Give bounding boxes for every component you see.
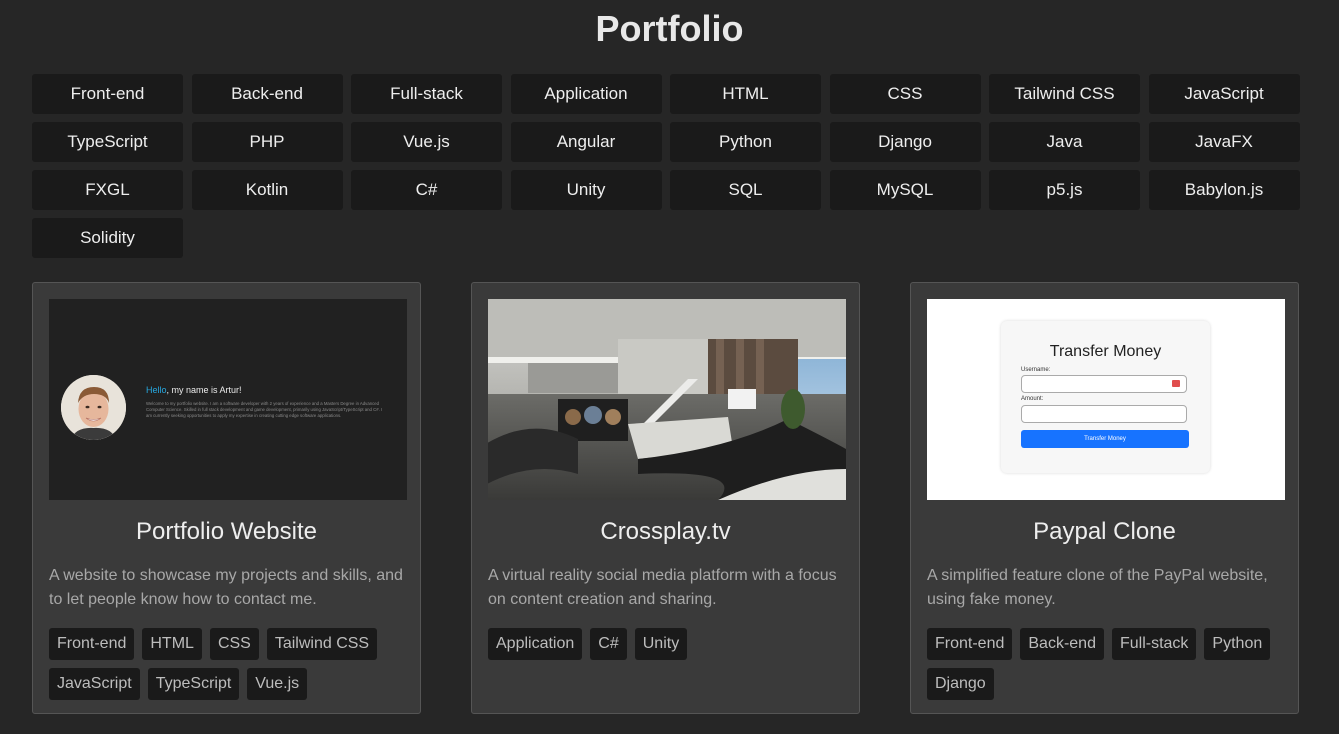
filter-front-end[interactable]: Front-end (32, 74, 183, 114)
project-title: Paypal Clone (1033, 518, 1176, 545)
project-tag: TypeScript (147, 668, 240, 700)
filter-css[interactable]: CSS (829, 74, 981, 114)
filter-application[interactable]: Application (510, 74, 662, 114)
project-card-paypal-clone[interactable]: Transfer Money Username: Amount: Transfe… (910, 282, 1299, 714)
vr-lounge-image (488, 299, 846, 500)
filter-vue-js[interactable]: Vue.js (351, 122, 502, 162)
project-tag: Application (488, 628, 583, 660)
project-image-paypal-clone: Transfer Money Username: Amount: Transfe… (927, 299, 1285, 500)
portfolio-bio: Welcome to my portfolio website. I am a … (146, 401, 383, 418)
amount-field-preview (1021, 405, 1187, 423)
filter-sql[interactable]: SQL (670, 170, 821, 210)
project-tags: Front-end Back-end Full-stack Python Dja… (927, 628, 1287, 700)
project-image-crossplay-tv (488, 299, 846, 500)
username-field-preview (1021, 375, 1187, 393)
project-tag: Back-end (1020, 628, 1104, 660)
filter-back-end[interactable]: Back-end (191, 74, 343, 114)
filter-mysql[interactable]: MySQL (829, 170, 981, 210)
avatar (61, 375, 126, 440)
filter-buttons: Front-end Back-end Full-stack Applicatio… (32, 74, 1304, 258)
greeting-rest: , my name is Artur! (166, 385, 242, 395)
amount-label: Amount: (1021, 396, 1044, 402)
filter-typescript[interactable]: TypeScript (32, 122, 183, 162)
project-card-portfolio-website[interactable]: Hello, my name is Artur! Welcome to my p… (32, 282, 421, 714)
avatar-portrait (61, 375, 126, 440)
filter-angular[interactable]: Angular (510, 122, 662, 162)
project-cards: Hello, my name is Artur! Welcome to my p… (32, 282, 1302, 734)
transfer-heading: Transfer Money (1049, 343, 1162, 360)
project-tag: Front-end (49, 628, 135, 660)
greeting-accent: Hello (146, 385, 167, 395)
project-tag: C# (590, 628, 627, 660)
project-title: Portfolio Website (136, 518, 317, 545)
transfer-button-preview: Transfer Money (1021, 430, 1189, 448)
filter-python[interactable]: Python (670, 122, 821, 162)
project-tag: Full-stack (1111, 628, 1197, 660)
filter-solidity[interactable]: Solidity (32, 218, 183, 258)
project-description: A virtual reality social media platform … (488, 567, 837, 608)
filter-p5-js[interactable]: p5.js (989, 170, 1140, 210)
project-tags: Application C# Unity (488, 628, 848, 660)
project-tags: Front-end HTML CSS Tailwind CSS JavaScri… (49, 628, 409, 700)
filter-javafx[interactable]: JavaFX (1148, 122, 1300, 162)
project-title: Crossplay.tv (600, 518, 731, 545)
project-description: A website to showcase my projects and sk… (49, 567, 403, 608)
project-tag: Tailwind CSS (266, 628, 378, 660)
filter-tailwind-css[interactable]: Tailwind CSS (989, 74, 1140, 114)
project-tag: JavaScript (49, 668, 140, 700)
filter-java[interactable]: Java (989, 122, 1140, 162)
transfer-form-preview: Transfer Money Username: Amount: Transfe… (1001, 321, 1210, 473)
project-description: A simplified feature clone of the PayPal… (927, 567, 1268, 608)
portfolio-greeting: Hello, my name is Artur! (146, 385, 242, 395)
project-tag: Front-end (927, 628, 1013, 660)
project-image-portfolio-website: Hello, my name is Artur! Welcome to my p… (49, 299, 407, 500)
project-tag: Django (927, 668, 994, 700)
filter-html[interactable]: HTML (670, 74, 821, 114)
project-tag: CSS (209, 628, 259, 660)
autofill-icon (1172, 380, 1180, 387)
filter-unity[interactable]: Unity (510, 170, 662, 210)
project-tag: Python (1204, 628, 1271, 660)
filter-fxgl[interactable]: FXGL (32, 170, 183, 210)
project-tag: Vue.js (247, 668, 308, 700)
filter-django[interactable]: Django (829, 122, 981, 162)
filter-kotlin[interactable]: Kotlin (191, 170, 343, 210)
filter-babylon-js[interactable]: Babylon.js (1148, 170, 1300, 210)
filter-csharp[interactable]: C# (351, 170, 502, 210)
project-card-crossplay-tv[interactable]: Crossplay.tv A virtual reality social me… (471, 282, 860, 714)
project-tag: Unity (634, 628, 688, 660)
project-tag: HTML (142, 628, 202, 660)
filter-javascript[interactable]: JavaScript (1148, 74, 1300, 114)
username-label: Username: (1021, 367, 1051, 373)
filter-php[interactable]: PHP (191, 122, 343, 162)
filter-full-stack[interactable]: Full-stack (351, 74, 502, 114)
page-title: Portfolio (595, 8, 744, 49)
